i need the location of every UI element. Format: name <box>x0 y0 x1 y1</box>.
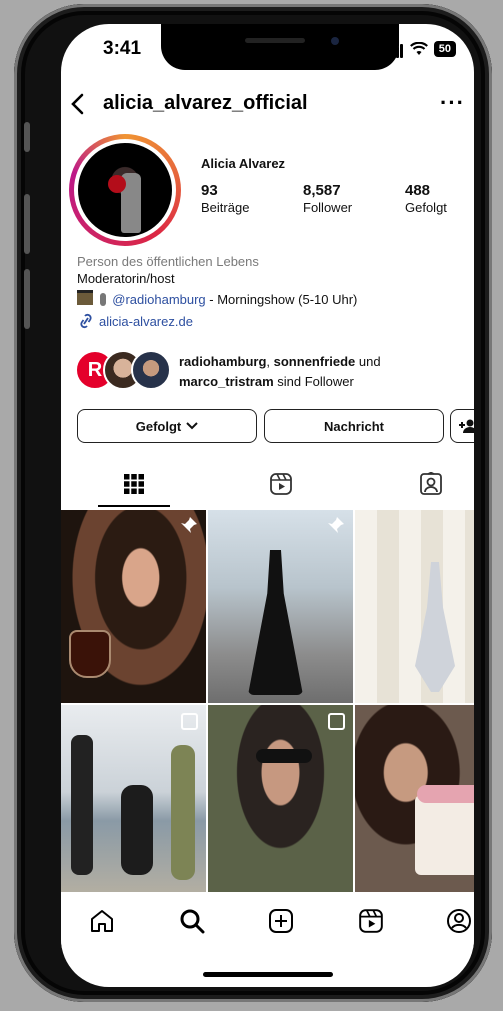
nav-reels[interactable] <box>356 906 386 936</box>
link-icon <box>80 313 92 329</box>
phone-frame: 3:41 50 alicia_alvarez_official ··· Alic… <box>14 4 492 1002</box>
stat-followers[interactable]: 8,587 Follower <box>303 182 352 215</box>
add-person-icon <box>459 419 474 433</box>
pin-icon <box>328 517 344 533</box>
profile-name: Alicia Alvarez <box>201 156 286 171</box>
multi-post-icon <box>181 713 198 730</box>
tab-reels[interactable] <box>261 466 301 502</box>
chevron-left-icon <box>71 93 84 115</box>
clapperboard-icon <box>77 290 93 305</box>
website-link[interactable]: alicia-alvarez.de <box>77 313 193 329</box>
status-icons: 50 <box>387 40 456 58</box>
microphone-icon <box>99 293 106 306</box>
reels-icon <box>270 473 292 495</box>
post-grid <box>61 510 474 898</box>
mute-switch <box>24 122 30 152</box>
suggest-people-button[interactable] <box>450 409 474 443</box>
post-thumbnail[interactable] <box>208 705 353 898</box>
home-indicator[interactable] <box>203 972 333 977</box>
post-thumbnail[interactable] <box>61 510 206 703</box>
followed-by-text: radiohamburg, sonnenfriede und marco_tri… <box>179 354 381 389</box>
search-icon <box>180 909 205 934</box>
nav-profile[interactable] <box>444 906 474 936</box>
content-tabs <box>61 462 474 507</box>
stat-label: Follower <box>303 200 353 215</box>
message-label: Nachricht <box>324 418 384 434</box>
profile-header: alicia_alvarez_official ··· <box>69 90 469 120</box>
mention-link[interactable]: @radiohamburg <box>112 292 205 307</box>
following-label: Gefolgt <box>135 418 182 434</box>
plus-square-icon <box>269 909 293 933</box>
battery-indicator: 50 <box>433 41 456 57</box>
tagged-icon <box>420 472 442 495</box>
stat-following[interactable]: 488 Gefolgt <box>405 182 447 215</box>
pin-icon <box>181 517 197 533</box>
stat-value: 8,587 <box>303 182 341 199</box>
post-thumbnail[interactable] <box>355 510 474 703</box>
avatar <box>74 139 176 241</box>
status-time: 3:41 <box>103 38 142 59</box>
volume-up-button <box>24 194 30 254</box>
stat-value: 488 <box>405 182 431 199</box>
bio-text: - Morningshow (5-10 Uhr) <box>205 292 358 307</box>
stat-label: Beiträge <box>201 200 250 215</box>
reels-icon <box>359 909 383 933</box>
more-button[interactable]: ··· <box>440 90 465 116</box>
profile-username: alicia_alvarez_official <box>103 92 308 114</box>
followed-by[interactable]: R radiohamburg, sonnenfriede und marco_t… <box>75 346 470 396</box>
bio-line: @radiohamburg - Morningshow (5-10 Uhr) <box>77 290 357 307</box>
stat-label: Gefolgt <box>405 200 447 215</box>
more-horizontal-icon: ··· <box>440 90 465 115</box>
multi-post-icon <box>328 713 345 730</box>
back-button[interactable] <box>69 90 87 123</box>
notch <box>161 24 399 70</box>
follower-avatar-marco <box>131 350 171 390</box>
grid-icon <box>124 474 144 494</box>
stat-value: 93 <box>201 182 218 199</box>
nav-home[interactable] <box>87 906 117 936</box>
post-thumbnail[interactable] <box>208 510 353 703</box>
volume-down-button <box>24 269 30 329</box>
home-icon <box>91 910 113 932</box>
wifi-icon <box>409 42 428 55</box>
profile-category: Person des öffentlichen Lebens <box>77 254 259 269</box>
website-text: alicia-alvarez.de <box>99 314 193 329</box>
story-ring[interactable] <box>69 134 181 246</box>
active-tab-indicator <box>98 505 170 507</box>
post-thumbnail[interactable] <box>355 705 474 898</box>
bottom-nav <box>61 892 474 948</box>
stat-posts[interactable]: 93 Beiträge <box>201 182 249 215</box>
nav-search[interactable] <box>177 906 207 936</box>
avatar-image <box>78 143 172 237</box>
tab-posts-grid[interactable] <box>114 466 154 502</box>
screen: 3:41 50 alicia_alvarez_official ··· Alic… <box>61 24 474 987</box>
bio-line: Moderatorin/host <box>77 271 175 286</box>
chevron-down-icon <box>186 422 198 430</box>
nav-create[interactable] <box>266 906 296 936</box>
following-button[interactable]: Gefolgt <box>77 409 257 443</box>
signal-icon <box>387 40 404 58</box>
message-button[interactable]: Nachricht <box>264 409 444 443</box>
tab-tagged[interactable] <box>411 466 451 502</box>
post-thumbnail[interactable] <box>61 705 206 898</box>
profile-icon <box>447 909 471 933</box>
